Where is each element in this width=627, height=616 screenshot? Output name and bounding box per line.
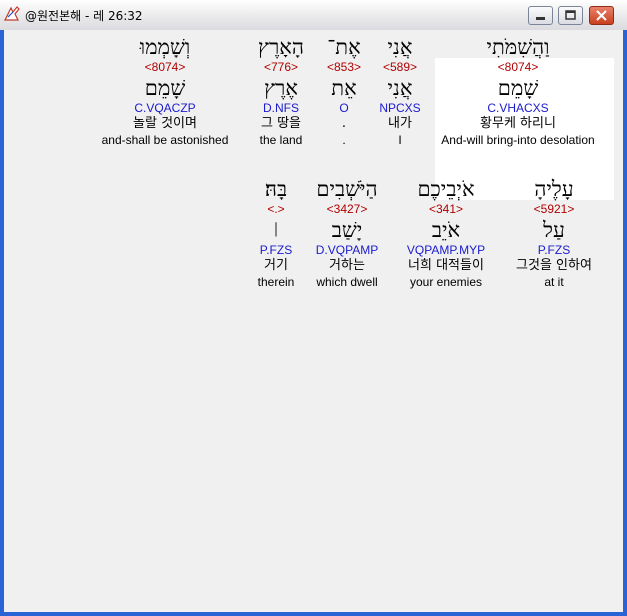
hebrew-word: וְשָׁמְמוּ [139,35,191,59]
close-icon [596,10,607,21]
korean-gloss: 거기 [264,258,288,273]
strong-number[interactable]: <8074> [85,60,245,75]
maximize-icon [565,10,576,20]
hebrew-word: בָּהּ׃ [264,177,288,201]
minimize-icon [536,17,545,20]
close-button[interactable] [589,6,614,25]
interlinear-view[interactable]: וַהֲשִׁמֹּתִי <8074> שָׁמֵם C.VHACXS 황무케… [4,30,623,612]
morphology: C.VQACZP [134,101,196,115]
morphology: P.FZS [259,243,293,257]
korean-gloss: 놀랄 것이며 [133,116,197,131]
window-title: @원전본해 - 레 26:32 [25,9,143,23]
app-window: @원전본해 - 레 26:32 וַהֲשִׁמֹּתִי <8074> שָׁ… [0,0,627,616]
strong-number[interactable]: <.> [196,202,356,217]
word-2-4[interactable]: בָּהּ׃ <.> ׀ P.FZS 거기 therein [196,176,356,290]
app-icon[interactable] [4,6,20,22]
lemma: ׀ [272,223,280,237]
minimize-button[interactable] [528,6,553,25]
title-bar[interactable]: @원전본해 - 레 26:32 [0,0,627,31]
frame-bottom [0,612,627,616]
maximize-button[interactable] [558,6,583,25]
word-1-5[interactable]: וְשָׁמְמוּ <8074> שָׁמֵם C.VQACZP 놀랄 것이며… [85,34,245,148]
english-gloss: therein [257,275,295,289]
frame-right [623,30,627,616]
lemma: שָׁמֵם [144,76,186,100]
english-gloss: and-shall be astonished [101,133,229,147]
